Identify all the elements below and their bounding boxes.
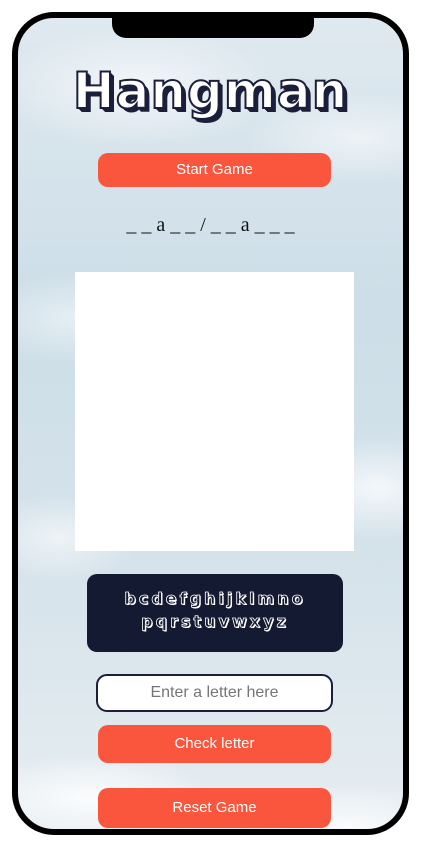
app-title: Hangman xyxy=(72,61,349,121)
letter-input[interactable] xyxy=(96,674,333,712)
remaining-letters-panel: bcdefghijklmno pqrstuvwxyz xyxy=(87,574,343,652)
word-display: _ _ a _ _ / _ _ a _ _ _ xyxy=(126,214,295,236)
phone-frame: Hangman Start Game _ _ a _ _ / _ _ a _ _… xyxy=(12,12,409,835)
remaining-letters-row-1: bcdefghijklmno xyxy=(124,589,306,609)
reset-game-button[interactable]: Reset Game xyxy=(98,788,331,828)
phone-notch xyxy=(112,18,314,38)
start-game-button[interactable]: Start Game xyxy=(98,153,331,187)
hangman-canvas xyxy=(75,272,354,551)
check-letter-button[interactable]: Check letter xyxy=(98,725,331,763)
remaining-letters-row-2: pqrstuvwxyz xyxy=(141,612,289,632)
